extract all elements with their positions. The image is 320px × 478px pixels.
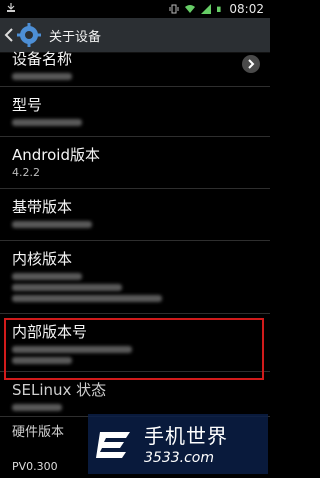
list-item-android-version: Android版本 4.2.2 bbox=[0, 137, 270, 189]
android-version-label: Android版本 bbox=[12, 146, 100, 164]
list-item-model: 型号 bbox=[0, 87, 270, 137]
device-name-label: 设备名称 bbox=[12, 50, 73, 68]
hardware-version-value: PV0.300 bbox=[12, 460, 58, 473]
baseband-label: 基带版本 bbox=[12, 198, 73, 216]
watermark-brand: 手机世界 bbox=[144, 424, 228, 448]
chevron-right-icon[interactable] bbox=[242, 55, 260, 73]
kernel-label: 内核版本 bbox=[12, 250, 73, 268]
blurred-value bbox=[12, 273, 82, 280]
vibrate-icon bbox=[169, 4, 179, 14]
page-title: 关于设备 bbox=[49, 29, 102, 45]
status-bar: 08:02 bbox=[0, 0, 270, 18]
blurred-value bbox=[12, 73, 72, 80]
back-chevron-icon[interactable] bbox=[4, 28, 14, 42]
download-notification-icon bbox=[7, 3, 15, 12]
model-label: 型号 bbox=[12, 96, 43, 114]
blurred-value bbox=[12, 404, 62, 411]
watermark-site: 3533.com bbox=[144, 450, 214, 466]
blurred-value bbox=[12, 119, 82, 126]
list-item-baseband: 基带版本 bbox=[0, 189, 270, 241]
settings-gear-icon[interactable] bbox=[17, 23, 41, 47]
list-item-device-name[interactable]: 设备名称 bbox=[0, 49, 270, 87]
screen: 08:02 关于设备 设备名称 型号 Android版本 4.2.2 基带版本 … bbox=[0, 0, 270, 478]
watermark-logo-icon bbox=[96, 432, 130, 458]
signal-icon bbox=[201, 4, 212, 14]
blurred-value bbox=[12, 295, 162, 302]
wifi-icon bbox=[185, 5, 196, 13]
selinux-label: SELinux 状态 bbox=[12, 381, 107, 399]
build-number-highlight-box bbox=[4, 318, 264, 380]
action-bar: 关于设备 bbox=[0, 18, 270, 53]
blurred-value bbox=[12, 221, 92, 228]
android-version-value: 4.2.2 bbox=[12, 166, 40, 179]
watermark: 手机世界 3533.com bbox=[88, 414, 268, 474]
settings-list: 设备名称 型号 Android版本 4.2.2 基带版本 内核版本 内部版本号 bbox=[0, 50, 270, 457]
battery-icon bbox=[217, 6, 222, 12]
list-item-kernel: 内核版本 bbox=[0, 241, 270, 314]
blurred-value bbox=[12, 284, 122, 291]
clock: 08:02 bbox=[229, 2, 264, 16]
